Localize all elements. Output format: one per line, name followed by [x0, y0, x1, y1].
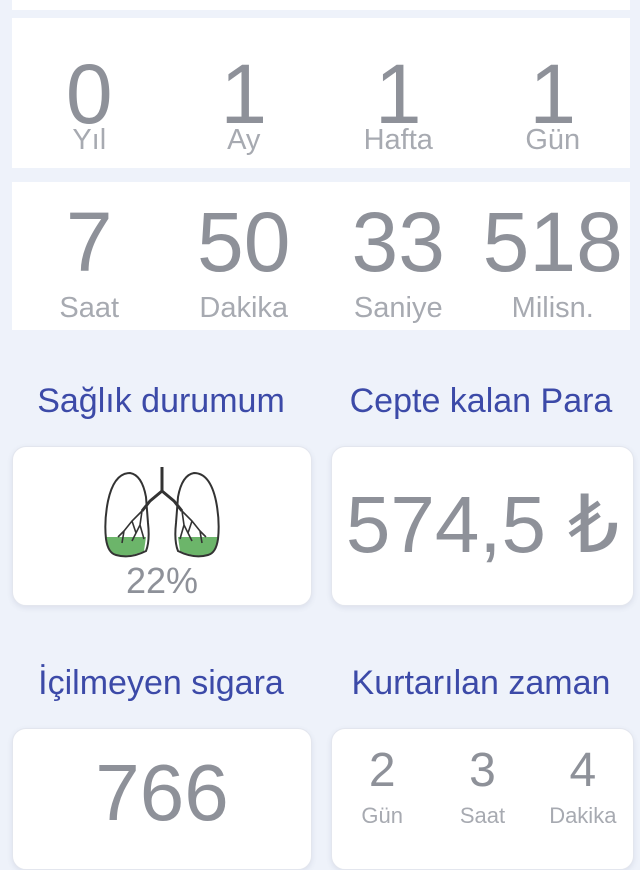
top-card-edge — [12, 0, 630, 10]
saved-value: 4 — [569, 744, 597, 797]
counter-months: 1 Ay — [167, 18, 322, 168]
saved-unit: Gün — [361, 803, 403, 828]
health-title: Sağlık durumum — [37, 382, 285, 420]
counter-unit: Saat — [59, 292, 120, 324]
money-value: 574,5 ₺ — [345, 480, 620, 569]
counter-value: 33 — [351, 195, 445, 289]
cigarettes-value: 766 — [95, 748, 229, 837]
counter-unit: Milisn. — [511, 292, 594, 324]
counter-value: 518 — [482, 195, 623, 289]
elapsed-time-card-bottom: 7 Saat 50 Dakika 33 Saniye 518 Milisn. — [12, 182, 630, 330]
saved-time-title: Kurtarılan zaman — [351, 664, 611, 702]
lungs-icon — [104, 467, 220, 558]
counter-unit: Saniye — [353, 292, 443, 324]
counter-milliseconds: 518 Milisn. — [476, 182, 631, 330]
saved-unit: Dakika — [549, 803, 617, 828]
counter-years: 0 Yıl — [12, 18, 167, 168]
saved-value: 3 — [469, 744, 496, 797]
counter-weeks: 1 Hafta — [321, 18, 476, 168]
counter-unit: Dakika — [199, 292, 289, 324]
saved-minutes: 4 Dakika — [533, 729, 633, 869]
elapsed-time-card-top: 0 Yıl 1 Ay 1 Hafta 1 Gün — [12, 18, 630, 168]
saved-value: 2 — [368, 744, 396, 797]
counter-unit: Yıl — [72, 124, 107, 156]
counter-hours: 7 Saat — [12, 182, 167, 330]
saved-unit: Saat — [459, 803, 506, 828]
money-card[interactable]: 574,5 ₺ — [331, 446, 634, 606]
health-card[interactable]: 22% — [12, 446, 312, 606]
counter-unit: Hafta — [363, 124, 433, 156]
cigarettes-card[interactable]: 766 — [12, 728, 312, 870]
counter-unit: Ay — [227, 124, 261, 156]
saved-hours: 3 Saat — [432, 729, 532, 869]
money-title: Cepte kalan Para — [349, 382, 613, 420]
counter-unit: Gün — [525, 124, 581, 156]
saved-time-grid: 2 Gün 3 Saat 4 Dakika — [332, 729, 633, 869]
counter-seconds: 33 Saniye — [321, 182, 476, 330]
counter-value: 7 — [65, 195, 113, 289]
counter-days: 1 Gün — [476, 18, 631, 168]
counter-value: 50 — [197, 195, 291, 289]
saved-days: 2 Gün — [332, 729, 432, 869]
counter-minutes: 50 Dakika — [167, 182, 322, 330]
saved-time-card[interactable]: 2 Gün 3 Saat 4 Dakika — [331, 728, 634, 870]
health-percent: 22% — [125, 560, 199, 601]
cigarettes-title: İçilmeyen sigara — [38, 664, 284, 702]
